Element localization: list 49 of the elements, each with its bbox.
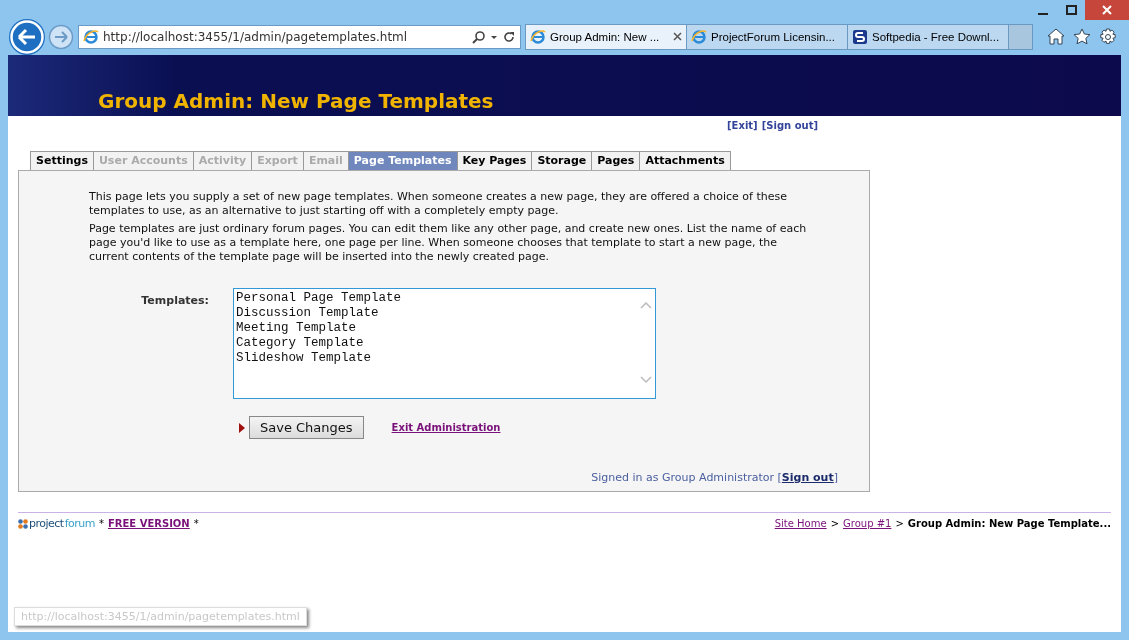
exit-link[interactable]: Exit Administration [391,422,501,433]
admin-tab[interactable]: Storage [531,151,593,170]
back-button[interactable] [8,17,46,56]
page-icon [83,28,99,45]
tab-title: Group Admin: New ... [550,30,660,43]
favorites-icon[interactable] [1073,27,1091,45]
separator-text: * [193,518,199,529]
admin-tab[interactable]: Key Pages [456,151,533,170]
globe-icon [530,28,546,45]
breadcrumb-separator: > [895,518,904,529]
browser-tab[interactable]: ProjectForum Licensin... [686,23,848,50]
tab-title: Softpedia - Free Downl... [872,30,1000,43]
top-link[interactable]: [Sign out] [761,120,818,131]
sign-out-link[interactable]: Sign out [781,471,834,484]
globe-icon [691,28,707,45]
admin-tab[interactable]: Page Templates [347,151,458,170]
home-icon[interactable] [1047,27,1065,45]
description-text: Page templates are just ordinary forum pages. You can edit them like any other page, and create new ones. List the name of each page you'd like to use as a template here, one page per line. When someone chooses that template to start a new page, the current contents of the template page will be inserted into the newly created page. [89,222,808,264]
top-link[interactable]: [Exit] [727,120,758,131]
breadcrumb-separator: > [830,518,840,529]
refresh-icon[interactable] [502,29,516,44]
browser-tab[interactable]: Softpedia - Free Downl... [847,23,1009,50]
save-button[interactable]: Save Changes [249,416,364,439]
free-version-link[interactable]: FREE VERSION [108,518,190,529]
minimize-icon [1038,13,1048,15]
settings-icon[interactable] [1099,27,1117,46]
close-button[interactable] [1085,0,1129,20]
description-text: This page lets you supply a set of new page templates. When someone creates a new page, they are offered a choice of these templates to use, as an alternative to just starting off with a completely empty page. [89,190,788,218]
signed-in-text: Signed in as Group Administrator [ [591,471,782,484]
breadcrumb-link[interactable]: Group #1 [843,518,892,529]
page-title: Group Admin: New Page Templates [98,89,494,113]
admin-tab[interactable]: Settings [30,151,94,170]
maximize-icon [1065,5,1077,15]
tab-title: ProjectForum Licensin... [711,30,835,43]
projectforum-logo: projectforum [18,517,95,530]
separator-text: * [99,518,104,529]
breadcrumb-current: Group Admin: New Page Template... [907,518,1111,529]
address-field[interactable]: http://localhost:3455/1/admin/pagetemplates.html [78,24,521,49]
site-icon [852,28,868,45]
browser-tab[interactable]: Group Admin: New ... [525,23,687,50]
pointer-icon [239,422,245,433]
close-tab-icon[interactable] [673,32,682,41]
bracket-text: ] [833,471,838,484]
admin-tab[interactable]: Pages [591,151,641,170]
search-icon[interactable] [472,29,486,44]
breadcrumb-link[interactable]: Site Home [774,518,827,529]
close-icon [1102,5,1112,15]
templates-label: Templates: [140,293,209,309]
admin-tab[interactable]: Attachments [639,151,731,170]
